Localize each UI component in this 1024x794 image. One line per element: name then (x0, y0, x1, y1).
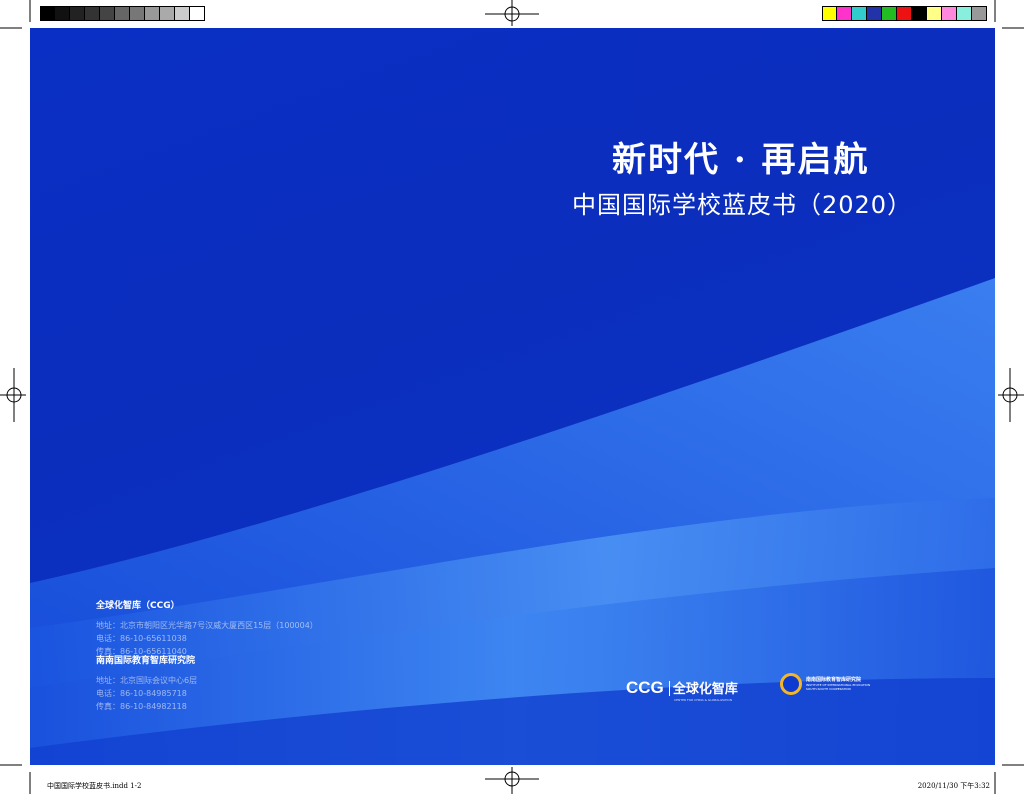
institute-logo: 南南国际教育智库研究院 INSTITUTE OF INTERNATIONAL E… (780, 673, 870, 695)
registration-mark-left (0, 368, 26, 422)
institute-logo-en2: SOUTH-SOUTH COOPERATION (806, 687, 851, 691)
org-name: 全球化智库（CCG） (96, 601, 180, 611)
fax: 传真：86-10-84982118 (96, 702, 187, 711)
address: 地址：北京国际会议中心6层 (96, 676, 198, 685)
registration-mark-bottom (485, 767, 539, 794)
institute-contact: 南南国际教育智库研究院 地址：北京国际会议中心6层 电话：86-10-84985… (96, 655, 197, 713)
footer-filename: 中国国际学校蓝皮书.indd 1-2 (47, 782, 142, 790)
registration-mark-top (485, 0, 539, 26)
book-cover: 新时代 · 再启航 中国国际学校蓝皮书（2020） 全球化智库（CCG） 地址：… (30, 28, 995, 765)
phone: 电话：86-10-65611038 (96, 634, 187, 643)
phone: 电话：86-10-84985718 (96, 689, 187, 698)
ccg-contact: 全球化智库（CCG） 地址：北京市朝阳区光华路7号汉威大厦西区15层（10000… (96, 600, 318, 658)
cover-title: 新时代 · 再启航 (612, 140, 870, 180)
ccg-logo: CCG 全球化智库 CENTER FOR CHINA & GLOBALIZATI… (626, 678, 738, 702)
registration-mark-right (998, 368, 1024, 422)
footer-date: 2020/11/30 下午3:32 (917, 782, 990, 790)
ccg-mark: CCG (626, 678, 664, 697)
cover-subtitle: 中国国际学校蓝皮书（2020） (572, 191, 913, 219)
address: 地址：北京市朝阳区光华路7号汉威大厦西区15层（100004） (96, 621, 318, 630)
ccg-tagline: CENTER FOR CHINA & GLOBALIZATION (674, 698, 733, 702)
institute-emblem-icon (780, 673, 802, 695)
ccg-name: 全球化智库 (668, 681, 738, 696)
org-name: 南南国际教育智库研究院 (96, 656, 196, 666)
